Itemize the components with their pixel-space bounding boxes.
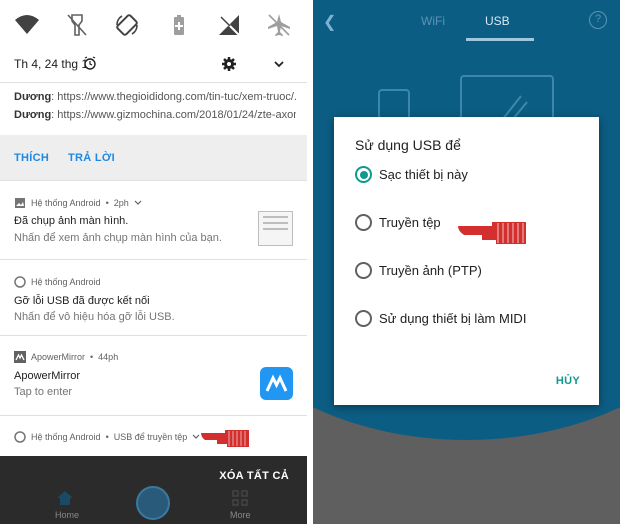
android-system-icon: [14, 431, 26, 443]
option-label: Sử dụng thiết bị làm MIDI: [379, 311, 527, 326]
radio-button[interactable]: [355, 310, 372, 327]
alarm-icon[interactable]: [83, 56, 97, 70]
screenshot-thumbnail: [258, 211, 293, 246]
message-line: Dương: https://www.thegioididong.com/tin…: [14, 91, 296, 103]
quick-settings: Th 4, 24 thg 1: [0, 0, 307, 82]
option-midi[interactable]: Sử dụng thiết bị làm MIDI: [355, 310, 526, 327]
pointing-hand-icon: [201, 430, 249, 447]
notification-header: Hệ thống Android • USB để truyền tệp: [14, 431, 200, 443]
dialog-title: Sử dụng USB để: [355, 137, 461, 153]
clear-all-button[interactable]: XÓA TẤT CẢ: [219, 470, 289, 482]
option-label: Truyền tệp: [379, 215, 441, 230]
option-ptp[interactable]: Truyền ảnh (PTP): [355, 262, 482, 279]
auto-rotate-icon[interactable]: [114, 12, 140, 38]
radio-button[interactable]: [355, 166, 372, 183]
message-line: Dương: https://www.gizmochina.com/2018/0…: [14, 109, 296, 121]
usb-transfer-notification[interactable]: Hệ thống Android • USB để truyền tệp: [0, 415, 307, 456]
back-icon[interactable]: ❮: [323, 12, 336, 32]
message-actions: THÍCH TRẢ LỜI: [0, 135, 307, 180]
home-icon[interactable]: [56, 490, 74, 506]
wifi-icon[interactable]: [14, 12, 40, 38]
notification-text: Nhấn để vô hiệu hóa gỡ lỗi USB.: [14, 311, 175, 323]
home-label: Home: [55, 510, 80, 520]
usb-mode-dialog: Sử dụng USB để Sạc thiết bị này Truyền t…: [334, 117, 599, 405]
radio-button[interactable]: [355, 262, 372, 279]
notification-header: Hệ thống Android: [14, 276, 101, 288]
cancel-button[interactable]: HỦY: [556, 375, 580, 387]
option-file-transfer[interactable]: Truyền tệp: [355, 214, 441, 231]
radio-button[interactable]: [355, 214, 372, 231]
like-button[interactable]: THÍCH: [14, 152, 49, 164]
battery-saver-icon[interactable]: [166, 12, 192, 38]
notification-header: ApowerMirror • 44ph: [14, 351, 118, 363]
image-icon: [15, 198, 25, 208]
pointing-hand-icon: [458, 222, 526, 244]
mobile-data-icon[interactable]: [216, 12, 242, 38]
help-icon[interactable]: ?: [589, 11, 607, 29]
notification-text: Tap to enter: [14, 386, 73, 398]
usb-settings-screen: ❮ WiFi USB ? Sử dụng USB để Sạc thiết bị…: [313, 0, 620, 524]
option-label: Truyền ảnh (PTP): [379, 263, 482, 278]
option-label: Sạc thiết bị này: [379, 167, 468, 182]
apowermirror-icon: [260, 367, 293, 400]
notification-text: Nhấn để xem ảnh chụp màn hình của bạn.: [14, 232, 222, 244]
more-icon[interactable]: [232, 490, 248, 506]
apowermirror-small-icon: [14, 351, 26, 363]
airplane-mode-icon[interactable]: [266, 12, 292, 38]
notification-title: Đã chụp ảnh màn hình.: [14, 215, 129, 227]
notification-title: Gỡ lỗi USB đã được kết nối: [14, 295, 150, 307]
more-label: More: [230, 510, 251, 520]
option-charge[interactable]: Sạc thiết bị này: [355, 166, 468, 183]
flashlight-icon[interactable]: [64, 12, 90, 38]
tab-indicator: [466, 38, 534, 41]
android-system-icon: [14, 276, 26, 288]
tab-usb[interactable]: USB: [485, 14, 510, 28]
top-bar: ❮ WiFi USB ?: [313, 0, 620, 42]
reply-button[interactable]: TRẢ LỜI: [68, 152, 115, 164]
notification-shade: Th 4, 24 thg 1 Dương: https://www.thegio…: [0, 0, 307, 524]
chevron-down-icon[interactable]: [272, 57, 286, 71]
notification-header: Hệ thống Android • 2ph: [14, 197, 142, 209]
apowermirror-notification[interactable]: ApowerMirror • 44ph ApowerMirror Tap to en…: [0, 335, 307, 415]
mirror-button[interactable]: [136, 486, 170, 520]
tab-wifi[interactable]: WiFi: [421, 14, 445, 28]
usb-debug-notification[interactable]: Hệ thống Android Gỡ lỗi USB đã được kết …: [0, 259, 307, 335]
date-label: Th 4, 24 thg 1: [14, 57, 89, 71]
screenshot-notification[interactable]: Hệ thống Android • 2ph Đã chụp ảnh màn hìn…: [0, 180, 307, 259]
gear-icon[interactable]: [221, 56, 237, 72]
notification-title: ApowerMirror: [14, 370, 81, 382]
